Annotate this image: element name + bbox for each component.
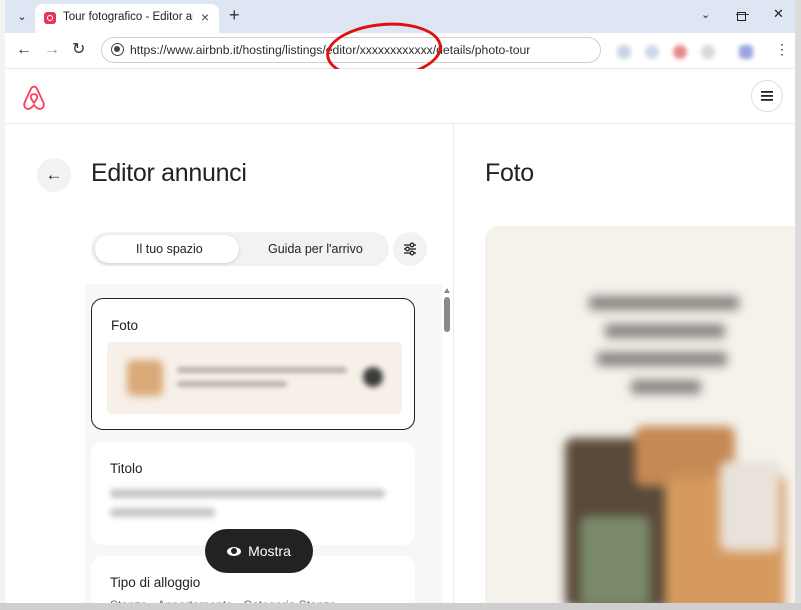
eye-icon [227, 546, 242, 556]
tab-il-tuo-spazio[interactable]: Il tuo spazio [136, 242, 203, 256]
site-info-icon[interactable] [111, 43, 124, 56]
blurred-photo [580, 516, 650, 606]
card-foto[interactable]: Foto [91, 298, 415, 430]
blurred-text [589, 296, 739, 310]
page-content: ← Editor annunci Il tuo spazio Guida per… [5, 69, 795, 606]
column-divider [453, 124, 454, 606]
extension-icon[interactable] [701, 45, 715, 59]
close-tab-icon[interactable]: × [201, 10, 209, 24]
page-title: Editor annunci [91, 159, 247, 187]
arrow-right-icon[interactable]: → [44, 40, 60, 60]
blurred-text [177, 381, 287, 387]
card-title: Titolo [110, 461, 143, 476]
maximize-icon[interactable] [737, 12, 746, 21]
profile-avatar[interactable] [739, 45, 753, 59]
scrollbar[interactable] [441, 284, 453, 606]
show-preview-button[interactable]: Mostra [205, 529, 313, 573]
blurred-text [177, 367, 347, 373]
hamburger-icon[interactable] [751, 80, 783, 112]
blurred-text [110, 489, 385, 498]
tab-list-chevron-icon[interactable]: ⌄ [701, 8, 710, 21]
card-title: Tipo di alloggio [110, 575, 201, 590]
airbnb-logo[interactable] [21, 84, 47, 112]
section-tabs: Il tuo spazio Guida per l'arrivo [91, 232, 389, 266]
plus-icon[interactable]: + [229, 4, 240, 26]
tab-title: Tour fotografico - Editor annunci [63, 11, 193, 23]
scroll-thumb[interactable] [444, 297, 450, 332]
photo-strip [107, 342, 402, 414]
chevron-down-icon[interactable]: ⌄ [11, 5, 33, 27]
scroll-up-arrow-icon[interactable] [444, 288, 450, 293]
blurred-text [597, 352, 727, 366]
close-window-icon[interactable]: ✕ [773, 6, 784, 22]
blurred-text [605, 324, 725, 338]
reload-icon[interactable]: ↻ [72, 40, 85, 60]
back-arrow-icon[interactable]: ← [37, 158, 71, 192]
blurred-text [631, 380, 701, 394]
extension-icon[interactable] [673, 45, 687, 59]
header-divider [5, 123, 795, 124]
card-title: Foto [111, 318, 139, 333]
photo-tour-preview [485, 226, 795, 606]
browser-tab[interactable]: Tour fotografico - Editor annunci × [35, 4, 219, 33]
extension-icon[interactable] [617, 45, 631, 59]
three-dots-icon[interactable]: ⋮ [775, 41, 789, 57]
browser-window: ⌄ Tour fotografico - Editor annunci × + … [5, 0, 795, 606]
photo-thumbnail [127, 360, 163, 396]
extension-icon[interactable] [645, 45, 659, 59]
blurred-text [110, 508, 215, 517]
blurred-button [363, 367, 383, 387]
show-preview-label: Mostra [248, 543, 291, 559]
desktop-background [795, 0, 801, 606]
blurred-photo [720, 461, 780, 551]
arrow-left-icon[interactable]: ← [16, 40, 32, 60]
preview-title: Foto [485, 159, 534, 187]
desktop-background [0, 603, 801, 610]
tab-guida-arrivo[interactable]: Guida per l'arrivo [268, 242, 363, 256]
airbnb-favicon-icon [44, 12, 56, 24]
sliders-icon[interactable] [393, 232, 427, 266]
